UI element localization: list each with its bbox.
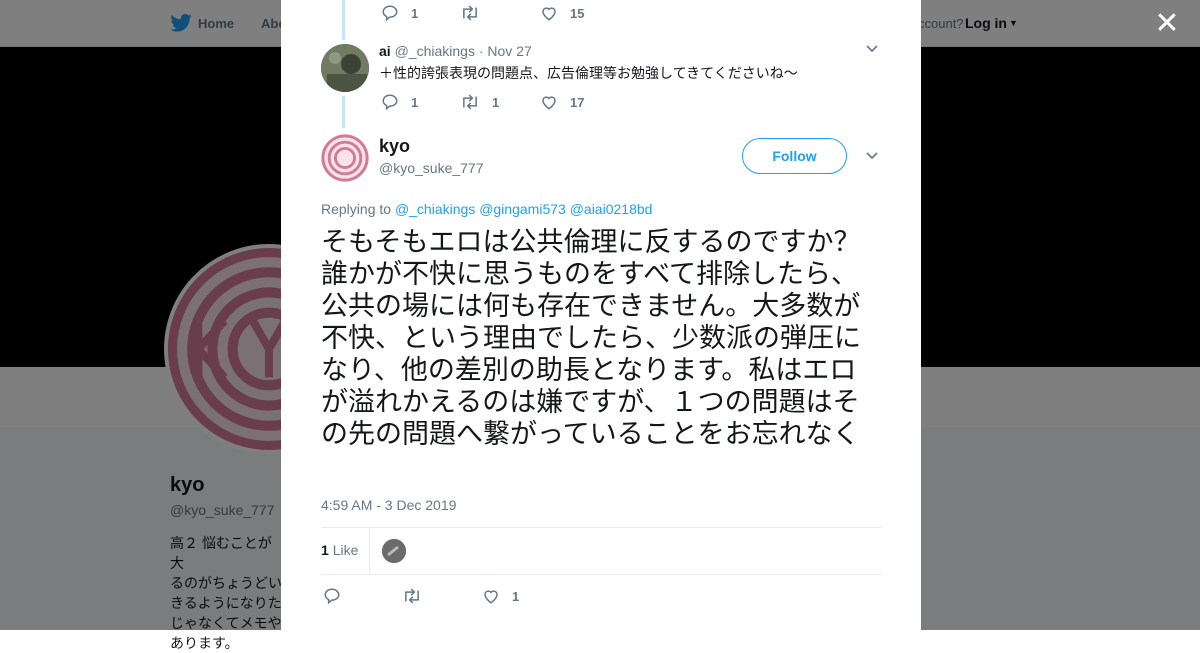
reply-icon bbox=[324, 588, 340, 605]
avatar-logo-image bbox=[321, 134, 369, 182]
reply-icon bbox=[382, 5, 398, 22]
heart-icon bbox=[542, 7, 556, 21]
timestamp-text: 4:59 AM - 3 Dec 2019 bbox=[321, 497, 457, 513]
tweet-modal: 1 15 ai @_chiakings · Nov 27 ＋性的誇張表現の問題点… bbox=[281, 0, 921, 630]
prev-retweet-button[interactable] bbox=[460, 4, 492, 22]
like-count: 15 bbox=[570, 5, 585, 21]
tweet-author-handle[interactable]: @kyo_suke_777 bbox=[379, 160, 484, 176]
mention-link[interactable]: @_chiakings bbox=[395, 201, 475, 217]
heart-icon bbox=[484, 590, 498, 604]
retweet-icon bbox=[463, 5, 477, 21]
handle-text: @kyo_suke_777 bbox=[379, 160, 484, 176]
chevron-down-icon[interactable] bbox=[865, 149, 879, 168]
avatar-photo-image bbox=[382, 539, 406, 563]
chevron-down-icon[interactable] bbox=[865, 42, 879, 61]
thread-line bbox=[342, 0, 345, 40]
tweet-text-large: そもそもエロは公共倫理に反するのですか？誰かが不快に思うものをすべて排除したら、… bbox=[321, 227, 861, 450]
separator: · bbox=[478, 43, 484, 59]
mention-link[interactable]: @gingami573 bbox=[479, 201, 566, 217]
heart-icon bbox=[542, 96, 556, 110]
like-stats[interactable]: 1 Like bbox=[321, 542, 358, 558]
tweet-date[interactable]: Nov 27 bbox=[487, 43, 531, 59]
like-button[interactable]: 17 bbox=[540, 93, 584, 111]
tweet-timestamp[interactable]: 4:59 AM - 3 Dec 2019 bbox=[321, 497, 456, 513]
retweet-icon bbox=[463, 94, 477, 110]
replying-prefix: Replying to bbox=[321, 201, 392, 217]
reply-count: 1 bbox=[411, 94, 419, 110]
avatar[interactable] bbox=[321, 134, 369, 182]
tweet-author-name[interactable]: ai bbox=[379, 43, 391, 59]
like-count: 1 bbox=[512, 588, 520, 604]
tweet-text: ＋性的誇張表現の問題点、広告倫理等お勉強してきてくださいね〜 bbox=[379, 65, 798, 81]
close-icon[interactable]: ✕ bbox=[1154, 9, 1180, 39]
thread-line bbox=[342, 96, 345, 128]
like-stat-count: 1 bbox=[321, 542, 329, 558]
retweet-button[interactable] bbox=[402, 587, 434, 605]
retweet-icon bbox=[405, 588, 419, 604]
divider bbox=[369, 528, 370, 574]
follow-button[interactable]: Follow bbox=[742, 138, 847, 174]
retweet-button[interactable]: 1 bbox=[460, 93, 499, 111]
reply-icon bbox=[382, 94, 398, 111]
tweet-author-handle[interactable]: @_chiakings bbox=[395, 43, 475, 59]
reply-button[interactable] bbox=[323, 587, 353, 605]
avatar[interactable] bbox=[321, 44, 369, 92]
reply-button[interactable]: 1 bbox=[381, 93, 418, 111]
divider bbox=[321, 574, 882, 575]
tweet-header: ai @_chiakings · Nov 27 bbox=[379, 43, 532, 59]
tweet-author-name[interactable]: kyo bbox=[379, 136, 410, 157]
replying-to: Replying to @_chiakings @gingami573 @aia… bbox=[321, 201, 652, 217]
like-button[interactable]: 1 bbox=[482, 587, 519, 605]
mention-link[interactable]: @aiai0218bd bbox=[570, 201, 653, 217]
avatar-photo-image bbox=[321, 44, 369, 92]
like-stat-label: Like bbox=[332, 542, 359, 558]
prev-reply-button[interactable]: 1 bbox=[381, 4, 418, 22]
retweet-count: 1 bbox=[492, 94, 500, 110]
divider bbox=[321, 527, 882, 528]
prev-like-button[interactable]: 15 bbox=[540, 4, 584, 22]
avatar-small[interactable] bbox=[382, 539, 406, 563]
reply-count: 1 bbox=[411, 5, 419, 21]
like-count: 17 bbox=[570, 94, 585, 110]
